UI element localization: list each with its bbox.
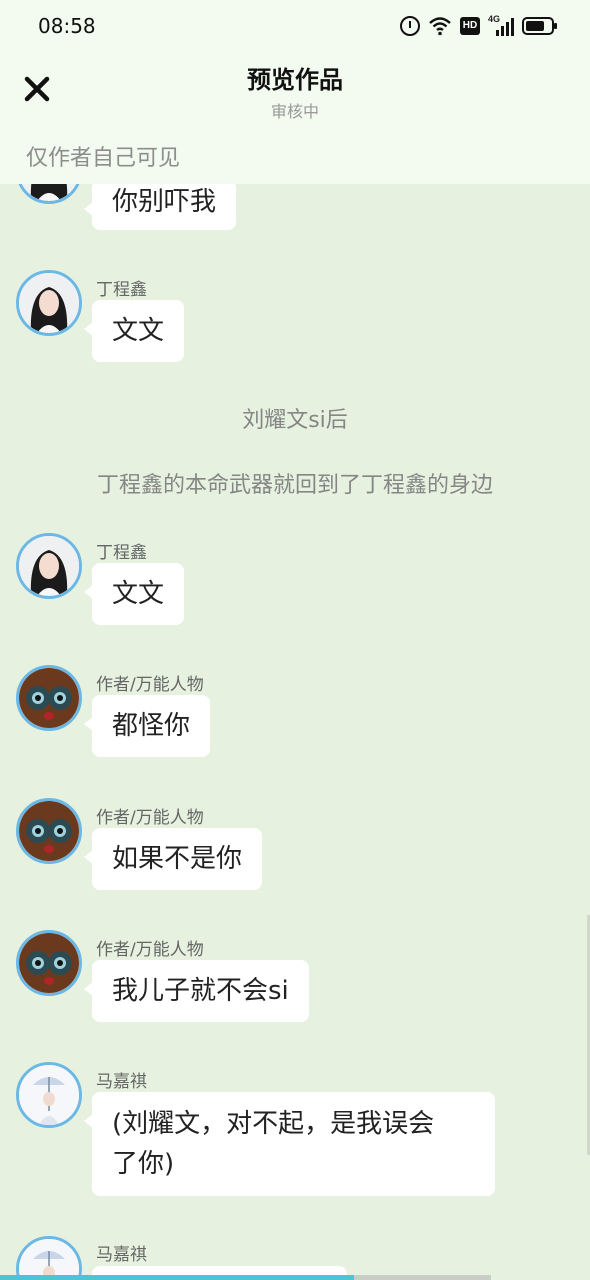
message-line: 了你) [112, 1149, 175, 1179]
signal-icon: 4G [488, 14, 514, 36]
message-bubble: 我儿子就不会si [84, 960, 309, 1022]
owl-avatar[interactable] [16, 930, 82, 996]
hd-icon: HD [460, 17, 480, 35]
header: 08:58 HD 4G 预览作品 审核中 仅作者自己可见 [0, 0, 590, 184]
message-bubble: 如果不是你 [83, 828, 263, 890]
battery-icon [522, 17, 557, 35]
progress-track [354, 1275, 491, 1280]
umbrella-avatar[interactable] [16, 1062, 82, 1128]
sender-name: 丁程鑫 [96, 543, 147, 563]
message-bubble: (刘耀文，对不起，是我误会 了你) [84, 1092, 495, 1196]
message-line: (刘耀文，对不起，是我误会 [112, 1109, 435, 1139]
message-bubble: 文文 [83, 563, 185, 625]
narration-text: 丁程鑫的本命武器就回到了丁程鑫的身边 [96, 473, 493, 498]
wifi-icon [429, 17, 451, 36]
visibility-note: 仅作者自己可见 [26, 146, 181, 171]
narration-text: 刘耀文si后 [242, 408, 348, 433]
message-bubble: 你别吓我 [83, 180, 237, 230]
sender-name: 作者/万能人物 [96, 940, 204, 960]
umbrella-avatar[interactable] [16, 1236, 82, 1280]
status-icons: HD 4G [400, 14, 557, 38]
girl-avatar[interactable] [16, 270, 82, 336]
page-title: 预览作品 [247, 66, 343, 94]
reading-progress-bar [0, 1275, 590, 1280]
sender-name: 丁程鑫 [96, 280, 147, 300]
sender-name: 作者/万能人物 [96, 808, 204, 828]
sender-name: 作者/万能人物 [96, 675, 204, 695]
status-bar: 08:58 HD 4G [0, 0, 590, 52]
owl-avatar[interactable] [16, 665, 82, 731]
sender-name: 马嘉祺 [96, 1245, 147, 1265]
sender-name: 马嘉祺 [96, 1072, 147, 1092]
message-bubble: 文文 [83, 300, 185, 362]
owl-avatar[interactable] [16, 798, 82, 864]
status-time: 08:58 [38, 14, 96, 38]
review-status: 审核中 [270, 102, 319, 121]
girl-avatar[interactable] [16, 533, 82, 599]
alarm-icon [400, 16, 420, 36]
message-bubble: 都怪你 [83, 695, 211, 757]
chat-feed: 你别吓我 丁程鑫 文文 刘耀文si后 丁程鑫的本命武器就回到了丁程鑫的身边 丁程… [0, 0, 590, 1280]
progress-fill [0, 1275, 354, 1280]
